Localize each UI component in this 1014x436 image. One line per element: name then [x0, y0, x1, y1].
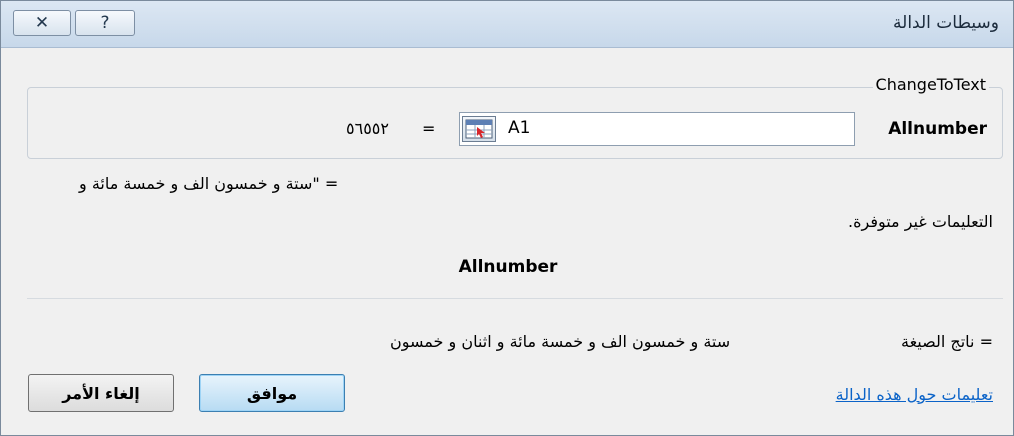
close-button[interactable]: ✕ [13, 10, 71, 36]
close-icon: ✕ [34, 13, 50, 33]
ok-button[interactable]: موافق [199, 374, 345, 412]
formula-result-label: ناتج الصيغة = [900, 332, 993, 351]
argument-value: A1 [508, 118, 531, 138]
help-on-function-link[interactable]: تعليمات حول هذه الدالة [836, 385, 993, 404]
argument-evaluated-value: ٥٦٥٥٢ [346, 119, 389, 138]
argument-input[interactable]: A1 [459, 112, 855, 146]
argument-equals: = [422, 119, 436, 138]
function-result-preview: = "ستة و خمسون الف و خمسة مائة و [79, 174, 339, 193]
collapse-dialog-button[interactable] [462, 116, 496, 142]
window-title: وسيطات الدالة [893, 13, 999, 33]
help-button[interactable]: ? [75, 10, 135, 36]
help-icon: ? [100, 13, 110, 33]
ok-button-label: موافق [246, 383, 298, 403]
title-bar: ✕ ? وسيطات الدالة [1, 1, 1013, 48]
range-select-icon [465, 119, 493, 139]
argument-label: Allnumber [888, 119, 987, 139]
function-name: ChangeToText [872, 75, 989, 94]
function-description: التعليمات غير متوفرة. [848, 212, 993, 231]
cancel-button-label: إلغاء الأمر [62, 383, 140, 403]
separator [27, 298, 1003, 299]
parameter-description-name: Allnumber [458, 257, 558, 277]
formula-result-value: ستة و خمسون الف و خمسة مائة و اثنان و خم… [390, 332, 731, 351]
function-arguments-dialog: ✕ ? وسيطات الدالة ChangeToText Allnumber… [0, 0, 1014, 436]
cancel-button[interactable]: إلغاء الأمر [28, 374, 174, 412]
